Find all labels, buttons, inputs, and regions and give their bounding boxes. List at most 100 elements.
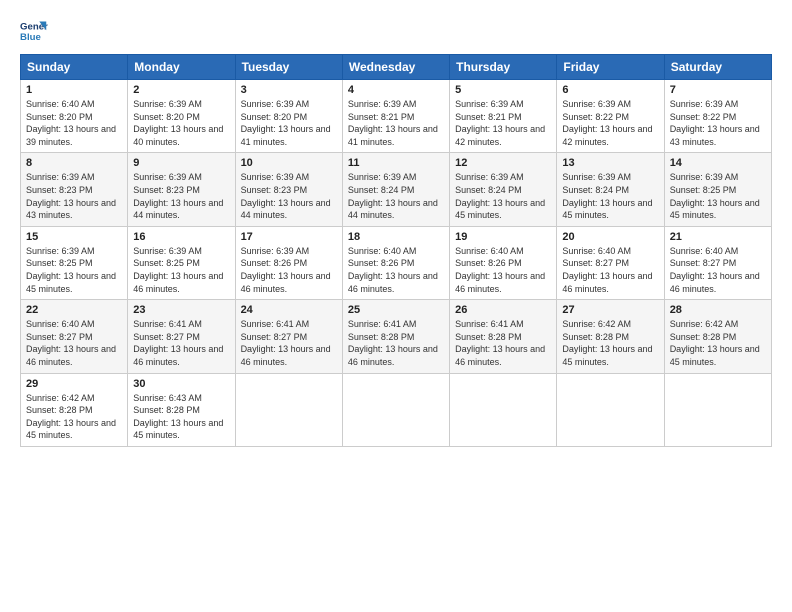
day-number: 19 <box>455 231 551 243</box>
daylight-label: Daylight: 13 hours and 41 minutes. <box>348 124 438 147</box>
day-number: 15 <box>26 231 122 243</box>
sunset-label: Sunset: 8:24 PM <box>455 185 522 195</box>
sunset-label: Sunset: 8:20 PM <box>133 112 200 122</box>
calendar-day-cell <box>235 373 342 446</box>
day-number: 20 <box>562 231 658 243</box>
sunrise-label: Sunrise: 6:40 AM <box>562 246 631 256</box>
day-number: 11 <box>348 157 444 169</box>
day-number: 18 <box>348 231 444 243</box>
sunrise-label: Sunrise: 6:40 AM <box>455 246 524 256</box>
day-info: Sunrise: 6:39 AM Sunset: 8:21 PM Dayligh… <box>455 98 551 148</box>
sunset-label: Sunset: 8:27 PM <box>670 258 737 268</box>
day-info: Sunrise: 6:42 AM Sunset: 8:28 PM Dayligh… <box>26 392 122 442</box>
daylight-label: Daylight: 13 hours and 46 minutes. <box>348 344 438 367</box>
sunrise-label: Sunrise: 6:42 AM <box>670 319 739 329</box>
calendar-day-cell: 4 Sunrise: 6:39 AM Sunset: 8:21 PM Dayli… <box>342 80 449 153</box>
day-number: 9 <box>133 157 229 169</box>
day-number: 17 <box>241 231 337 243</box>
sunset-label: Sunset: 8:25 PM <box>133 258 200 268</box>
daylight-label: Daylight: 13 hours and 40 minutes. <box>133 124 223 147</box>
daylight-label: Daylight: 13 hours and 44 minutes. <box>241 198 331 221</box>
calendar-day-cell: 23 Sunrise: 6:41 AM Sunset: 8:27 PM Dayl… <box>128 300 235 373</box>
day-number: 10 <box>241 157 337 169</box>
sunrise-label: Sunrise: 6:40 AM <box>348 246 417 256</box>
calendar-day-cell: 26 Sunrise: 6:41 AM Sunset: 8:28 PM Dayl… <box>450 300 557 373</box>
calendar-week-row: 1 Sunrise: 6:40 AM Sunset: 8:20 PM Dayli… <box>21 80 772 153</box>
sunset-label: Sunset: 8:23 PM <box>26 185 93 195</box>
calendar-day-cell: 30 Sunrise: 6:43 AM Sunset: 8:28 PM Dayl… <box>128 373 235 446</box>
logo: General Blue <box>20 18 48 46</box>
sunrise-label: Sunrise: 6:39 AM <box>562 172 631 182</box>
day-number: 26 <box>455 304 551 316</box>
sunrise-label: Sunrise: 6:41 AM <box>133 319 202 329</box>
day-number: 23 <box>133 304 229 316</box>
calendar-day-cell: 7 Sunrise: 6:39 AM Sunset: 8:22 PM Dayli… <box>664 80 771 153</box>
day-number: 4 <box>348 84 444 96</box>
day-number: 28 <box>670 304 766 316</box>
daylight-label: Daylight: 13 hours and 45 minutes. <box>670 198 760 221</box>
daylight-label: Daylight: 13 hours and 45 minutes. <box>455 198 545 221</box>
day-info: Sunrise: 6:39 AM Sunset: 8:20 PM Dayligh… <box>133 98 229 148</box>
sunrise-label: Sunrise: 6:39 AM <box>241 99 310 109</box>
calendar-day-cell: 19 Sunrise: 6:40 AM Sunset: 8:26 PM Dayl… <box>450 226 557 299</box>
calendar-day-cell <box>342 373 449 446</box>
sunset-label: Sunset: 8:28 PM <box>26 405 93 415</box>
sunset-label: Sunset: 8:28 PM <box>670 332 737 342</box>
daylight-label: Daylight: 13 hours and 46 minutes. <box>562 271 652 294</box>
day-info: Sunrise: 6:42 AM Sunset: 8:28 PM Dayligh… <box>562 318 658 368</box>
header: General Blue <box>20 18 772 46</box>
sunset-label: Sunset: 8:24 PM <box>562 185 629 195</box>
weekday-header-cell: Thursday <box>450 55 557 80</box>
day-info: Sunrise: 6:41 AM Sunset: 8:28 PM Dayligh… <box>348 318 444 368</box>
calendar-day-cell: 6 Sunrise: 6:39 AM Sunset: 8:22 PM Dayli… <box>557 80 664 153</box>
weekday-header-cell: Monday <box>128 55 235 80</box>
weekday-header-cell: Tuesday <box>235 55 342 80</box>
sunset-label: Sunset: 8:22 PM <box>562 112 629 122</box>
day-info: Sunrise: 6:39 AM Sunset: 8:24 PM Dayligh… <box>455 171 551 221</box>
calendar-day-cell: 22 Sunrise: 6:40 AM Sunset: 8:27 PM Dayl… <box>21 300 128 373</box>
day-info: Sunrise: 6:39 AM Sunset: 8:24 PM Dayligh… <box>348 171 444 221</box>
page: General Blue SundayMondayTuesdayWednesda… <box>0 0 792 612</box>
daylight-label: Daylight: 13 hours and 42 minutes. <box>455 124 545 147</box>
weekday-header-cell: Wednesday <box>342 55 449 80</box>
sunset-label: Sunset: 8:27 PM <box>562 258 629 268</box>
day-info: Sunrise: 6:40 AM Sunset: 8:27 PM Dayligh… <box>670 245 766 295</box>
calendar-week-row: 29 Sunrise: 6:42 AM Sunset: 8:28 PM Dayl… <box>21 373 772 446</box>
day-number: 29 <box>26 378 122 390</box>
day-number: 25 <box>348 304 444 316</box>
sunset-label: Sunset: 8:20 PM <box>241 112 308 122</box>
day-number: 7 <box>670 84 766 96</box>
day-number: 22 <box>26 304 122 316</box>
calendar-day-cell <box>450 373 557 446</box>
daylight-label: Daylight: 13 hours and 46 minutes. <box>241 344 331 367</box>
sunrise-label: Sunrise: 6:39 AM <box>455 172 524 182</box>
sunrise-label: Sunrise: 6:39 AM <box>133 172 202 182</box>
day-number: 6 <box>562 84 658 96</box>
daylight-label: Daylight: 13 hours and 45 minutes. <box>26 271 116 294</box>
sunrise-label: Sunrise: 6:39 AM <box>348 172 417 182</box>
day-info: Sunrise: 6:39 AM Sunset: 8:25 PM Dayligh… <box>133 245 229 295</box>
day-info: Sunrise: 6:39 AM Sunset: 8:25 PM Dayligh… <box>26 245 122 295</box>
calendar-body: 1 Sunrise: 6:40 AM Sunset: 8:20 PM Dayli… <box>21 80 772 447</box>
day-info: Sunrise: 6:43 AM Sunset: 8:28 PM Dayligh… <box>133 392 229 442</box>
calendar-day-cell: 11 Sunrise: 6:39 AM Sunset: 8:24 PM Dayl… <box>342 153 449 226</box>
day-info: Sunrise: 6:39 AM Sunset: 8:25 PM Dayligh… <box>670 171 766 221</box>
calendar-week-row: 15 Sunrise: 6:39 AM Sunset: 8:25 PM Dayl… <box>21 226 772 299</box>
daylight-label: Daylight: 13 hours and 46 minutes. <box>455 344 545 367</box>
sunrise-label: Sunrise: 6:40 AM <box>26 319 95 329</box>
daylight-label: Daylight: 13 hours and 41 minutes. <box>241 124 331 147</box>
sunset-label: Sunset: 8:23 PM <box>241 185 308 195</box>
day-info: Sunrise: 6:39 AM Sunset: 8:24 PM Dayligh… <box>562 171 658 221</box>
daylight-label: Daylight: 13 hours and 39 minutes. <box>26 124 116 147</box>
day-number: 21 <box>670 231 766 243</box>
daylight-label: Daylight: 13 hours and 45 minutes. <box>562 198 652 221</box>
day-number: 27 <box>562 304 658 316</box>
day-number: 3 <box>241 84 337 96</box>
daylight-label: Daylight: 13 hours and 42 minutes. <box>562 124 652 147</box>
daylight-label: Daylight: 13 hours and 45 minutes. <box>133 418 223 441</box>
calendar-day-cell <box>557 373 664 446</box>
sunrise-label: Sunrise: 6:41 AM <box>348 319 417 329</box>
day-number: 2 <box>133 84 229 96</box>
calendar-day-cell: 14 Sunrise: 6:39 AM Sunset: 8:25 PM Dayl… <box>664 153 771 226</box>
calendar-day-cell: 13 Sunrise: 6:39 AM Sunset: 8:24 PM Dayl… <box>557 153 664 226</box>
